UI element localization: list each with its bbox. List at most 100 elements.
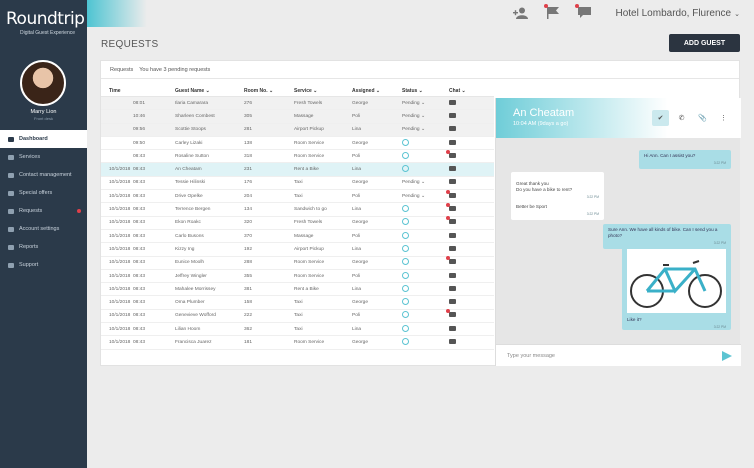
sidebar-item-support[interactable]: Support xyxy=(0,256,87,274)
brand-logo[interactable]: Roundtrip xyxy=(6,9,87,29)
chat-icon[interactable] xyxy=(449,179,456,185)
cell-chat[interactable] xyxy=(446,309,489,319)
cell-status[interactable] xyxy=(402,138,449,148)
cell-chat[interactable] xyxy=(449,299,489,306)
chat-icon[interactable] xyxy=(449,272,456,278)
cell-status[interactable] xyxy=(402,258,449,267)
add-guest-button[interactable]: ADD GUEST xyxy=(669,34,740,52)
cell-chat[interactable] xyxy=(446,256,489,266)
cell-chat[interactable] xyxy=(449,99,489,107)
bike-photo[interactable] xyxy=(627,249,726,313)
col-status[interactable]: Status ⌄ xyxy=(402,88,449,94)
col-time[interactable]: Time xyxy=(101,88,175,94)
sidebar-item-requests[interactable]: Requests xyxy=(0,202,87,220)
cell-status[interactable] xyxy=(402,298,449,307)
chat-icon[interactable] xyxy=(449,338,456,344)
cell-chat[interactable] xyxy=(449,179,489,186)
cell-status[interactable] xyxy=(402,218,449,227)
chat-icon[interactable] xyxy=(449,325,456,331)
cell-status[interactable]: Pending ⌄ xyxy=(402,127,449,132)
table-row[interactable]: 08:43 Rosaline Sutton 318 Room Service Poli xyxy=(101,149,494,164)
cell-status[interactable]: Pending ⌄ xyxy=(402,194,449,199)
table-row[interactable]: 10:46 Sharleen Combest 305 Massage Poli Pendi… xyxy=(101,110,494,124)
cell-chat[interactable] xyxy=(446,203,489,213)
cell-chat[interactable] xyxy=(449,126,489,133)
table-row[interactable]: 10/1/2018 08:43 Jeffrey Wingler 355 Room Ser… xyxy=(101,270,494,284)
chat-icon[interactable] xyxy=(446,203,456,212)
chat-icon[interactable] xyxy=(449,299,456,305)
chat-icon[interactable] xyxy=(449,166,456,172)
resolve-button[interactable]: ✔ xyxy=(652,110,669,126)
cell-status[interactable] xyxy=(402,205,449,214)
col-assigned[interactable]: Assigned ⌄ xyxy=(352,88,402,94)
flag-icon[interactable] xyxy=(544,4,560,19)
table-row[interactable]: 10/1/2018 08:43 Terrence Bergen 134 Sandwich… xyxy=(101,203,494,217)
send-icon[interactable] xyxy=(722,351,732,361)
cell-chat[interactable] xyxy=(449,285,489,293)
col-chat[interactable]: Chat ⌄ xyxy=(449,88,489,94)
table-row[interactable]: 10/1/2018 08:43 An Cheatam 231 Rent a Bike Li… xyxy=(101,163,494,177)
chat-icon[interactable] xyxy=(575,4,591,18)
cell-chat[interactable] xyxy=(449,325,489,333)
cell-status[interactable] xyxy=(402,311,449,320)
chat-icon[interactable] xyxy=(449,285,456,291)
table-row[interactable]: 10/1/2018 08:43 Genevieve Wofford 222 Taxi Po… xyxy=(101,309,494,324)
cell-status[interactable]: Pending ⌄ xyxy=(402,101,449,106)
cell-chat[interactable] xyxy=(449,272,489,280)
chat-icon[interactable] xyxy=(449,245,456,251)
chat-icon[interactable] xyxy=(446,189,456,198)
chat-icon[interactable] xyxy=(449,126,456,132)
chat-icon[interactable] xyxy=(449,99,456,105)
table-row[interactable]: 10/1/2018 08:43 Oma Plumber 158 Taxi George xyxy=(101,296,494,310)
table-row[interactable]: 10/1/2018 08:43 Carlo Busons 370 Massage Poli xyxy=(101,230,494,244)
chat-icon[interactable] xyxy=(446,256,456,265)
table-row[interactable]: 09:50 Carley Lizaki 138 Room Service George xyxy=(101,137,494,151)
cell-status[interactable] xyxy=(402,231,449,241)
cell-chat[interactable] xyxy=(446,216,489,226)
col-service[interactable]: Service ⌄ xyxy=(294,88,352,94)
cell-status[interactable] xyxy=(402,244,449,254)
avatar[interactable] xyxy=(20,60,66,106)
cell-status[interactable] xyxy=(402,271,449,281)
table-row[interactable]: 09:56 Scottie Stoops 281 Airport Pickup Lina… xyxy=(101,123,494,137)
table-row[interactable]: 10/1/2018 08:43 Drive Opelke 204 Taxi Poli Pen… xyxy=(101,189,494,204)
chat-icon[interactable] xyxy=(446,149,456,158)
cell-status[interactable] xyxy=(402,324,449,334)
cell-status[interactable]: Pending ⌄ xyxy=(402,180,449,185)
chat-icon[interactable] xyxy=(449,232,456,238)
sidebar-item-dashboard[interactable]: Dashboard xyxy=(0,130,87,148)
cell-status[interactable] xyxy=(402,165,449,174)
chat-icon[interactable] xyxy=(446,216,456,225)
cell-status[interactable] xyxy=(402,337,449,347)
cell-status[interactable] xyxy=(402,284,449,294)
sidebar-item-services[interactable]: Services xyxy=(0,148,87,166)
chat-icon[interactable] xyxy=(446,309,456,318)
chat-icon[interactable] xyxy=(449,139,456,145)
table-row[interactable]: 10/1/2018 08:43 Ekon Roakc 320 Fresh Towels G… xyxy=(101,216,494,230)
cell-chat[interactable] xyxy=(449,139,489,147)
more-button[interactable]: ⋮ xyxy=(715,110,732,126)
message-input[interactable]: Type your message xyxy=(496,344,741,366)
cell-status[interactable] xyxy=(402,151,449,161)
sidebar-item-reports[interactable]: Reports xyxy=(0,238,87,256)
cell-status[interactable]: Pending ⌄ xyxy=(402,114,449,119)
table-row[interactable]: 10/1/2018 08:43 Lilian Hoom 362 Taxi Lina xyxy=(101,323,494,337)
cell-chat[interactable] xyxy=(446,189,489,200)
table-row[interactable]: 10/1/2018 08:43 Kizzy Ing 192 Airport Pickup… xyxy=(101,243,494,257)
cell-chat[interactable] xyxy=(449,338,489,346)
cell-chat[interactable] xyxy=(446,149,489,160)
call-button[interactable]: ✆ xyxy=(673,110,690,126)
cell-chat[interactable] xyxy=(449,245,489,253)
col-room[interactable]: Room No. ⌄ xyxy=(244,88,294,94)
sidebar-item-special-offers[interactable]: Special offers xyxy=(0,184,87,202)
hotel-selector[interactable]: Hotel Lombardo, Flurence ⌄ xyxy=(616,8,741,19)
sidebar-item-contact-management[interactable]: Contact management xyxy=(0,166,87,184)
chat-icon[interactable] xyxy=(449,112,456,118)
add-user-icon[interactable] xyxy=(513,6,528,19)
table-row[interactable]: 10/1/2018 08:43 Mahalee Morrissey 381 Rent a… xyxy=(101,283,494,297)
sidebar-item-account-settings[interactable]: Account settings xyxy=(0,220,87,238)
cell-chat[interactable] xyxy=(449,166,489,173)
cell-chat[interactable] xyxy=(449,112,489,120)
table-row[interactable]: 10/1/2018 08:43 Eunice Moolh 288 Room Servic… xyxy=(101,256,494,270)
table-row[interactable]: 08:01 Ilaria Camarara 276 Fresh Towels Georg… xyxy=(101,97,494,111)
